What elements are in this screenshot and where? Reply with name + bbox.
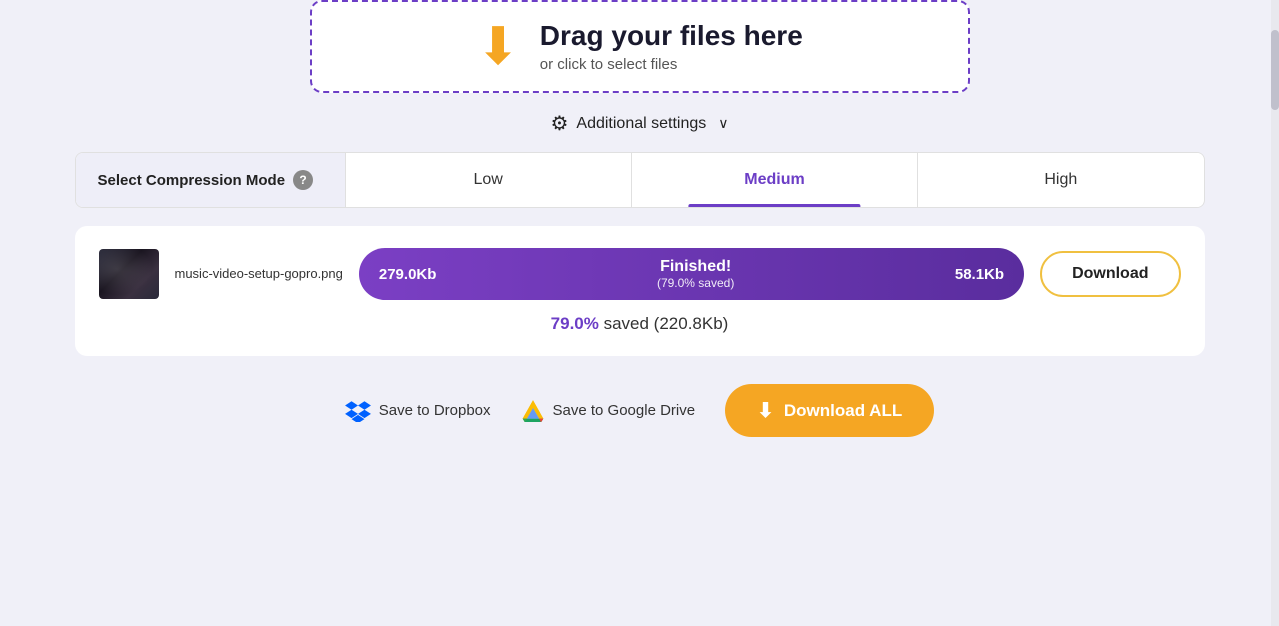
original-size: 279.0Kb bbox=[379, 266, 437, 283]
drop-text: Drag your files here or click to select … bbox=[540, 20, 803, 73]
progress-center: Finished! (79.0% saved) bbox=[657, 258, 734, 290]
result-row: music-video-setup-gopro.png 279.0Kb Fini… bbox=[99, 248, 1181, 300]
compression-option-medium[interactable]: Medium bbox=[632, 153, 918, 207]
compressed-size: 58.1Kb bbox=[955, 266, 1004, 283]
file-thumbnail bbox=[99, 249, 159, 299]
drop-zone[interactable]: ⬇ Drag your files here or click to selec… bbox=[310, 0, 970, 93]
progress-bar: 279.0Kb Finished! (79.0% saved) 58.1Kb bbox=[359, 248, 1024, 300]
file-name: music-video-setup-gopro.png bbox=[175, 265, 343, 283]
settings-icon: ⚙ bbox=[550, 111, 568, 136]
scrollbar-track[interactable] bbox=[1271, 0, 1279, 626]
drop-subtitle: or click to select files bbox=[540, 56, 803, 73]
drop-title: Drag your files here bbox=[540, 20, 803, 52]
result-card: music-video-setup-gopro.png 279.0Kb Fini… bbox=[75, 226, 1205, 356]
download-all-button[interactable]: ⬇ Download ALL bbox=[725, 384, 934, 437]
save-gdrive-label: Save to Google Drive bbox=[553, 402, 696, 419]
saved-pct-summary: 79.0% bbox=[551, 314, 599, 333]
download-all-label: Download ALL bbox=[784, 401, 902, 421]
compression-option-high[interactable]: High bbox=[918, 153, 1203, 207]
scrollbar-thumb[interactable] bbox=[1271, 30, 1279, 110]
save-dropbox-label: Save to Dropbox bbox=[379, 402, 491, 419]
chevron-down-icon: ∨ bbox=[718, 115, 728, 132]
save-dropbox-link[interactable]: Save to Dropbox bbox=[345, 400, 491, 422]
additional-settings-toggle[interactable]: ⚙ Additional settings ∨ bbox=[550, 111, 728, 136]
upload-icon: ⬇ bbox=[476, 21, 520, 73]
status-finished: Finished! bbox=[657, 258, 734, 276]
download-button[interactable]: Download bbox=[1040, 251, 1180, 297]
gdrive-icon bbox=[521, 400, 545, 422]
saved-summary-text: saved (220.8Kb) bbox=[599, 314, 728, 333]
settings-label: Additional settings bbox=[576, 115, 706, 133]
help-icon[interactable]: ? bbox=[293, 170, 313, 190]
dropbox-icon bbox=[345, 400, 371, 422]
save-gdrive-link[interactable]: Save to Google Drive bbox=[521, 400, 696, 422]
compression-mode-label: Select Compression Mode ? bbox=[76, 153, 346, 207]
bottom-actions: Save to Dropbox Save to Google Drive ⬇ D… bbox=[345, 384, 934, 437]
saved-pct-bar: (79.0% saved) bbox=[657, 276, 734, 290]
page-wrapper: ⬇ Drag your files here or click to selec… bbox=[0, 0, 1279, 437]
compression-label-text: Select Compression Mode bbox=[98, 172, 286, 189]
compression-option-low[interactable]: Low bbox=[346, 153, 632, 207]
compression-mode-bar: Select Compression Mode ? Low Medium Hig… bbox=[75, 152, 1205, 208]
saved-summary: 79.0% saved (220.8Kb) bbox=[99, 314, 1181, 334]
download-all-icon: ⬇ bbox=[757, 398, 774, 423]
